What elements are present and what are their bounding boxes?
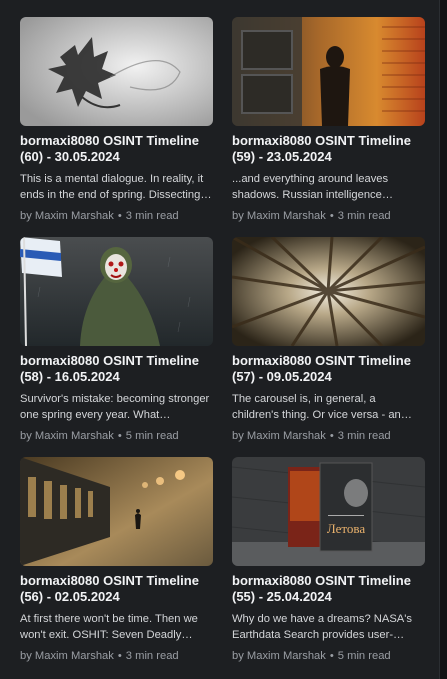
- article-thumbnail[interactable]: [232, 237, 425, 346]
- article-excerpt: ...and everything around leaves shadows.…: [232, 173, 394, 201]
- article-excerpt: At first there won't be time. Then we wo…: [20, 613, 198, 641]
- read-time: 3 min read: [125, 210, 179, 222]
- article-meta: by Maxim Marshak • 3 min read: [20, 209, 213, 223]
- read-time: 3 min read: [125, 650, 179, 662]
- article-excerpt: Why do we have a dreams? NASA's Earthdat…: [232, 613, 412, 641]
- article-excerpt: This is a mental dialogue. In reality, i…: [20, 173, 204, 201]
- article-thumbnail[interactable]: [232, 17, 425, 126]
- article-thumbnail[interactable]: [20, 17, 213, 126]
- meta-separator: •: [329, 430, 334, 442]
- author-link[interactable]: by Maxim Marshak: [20, 650, 114, 662]
- article-meta: by Maxim Marshak • 3 min read: [232, 209, 425, 223]
- author-link[interactable]: by Maxim Marshak: [232, 430, 326, 442]
- forest-canopy-image: [232, 237, 425, 346]
- article-card[interactable]: bormaxi8080 OSINT Timeline (59) - 23.05.…: [232, 17, 425, 222]
- book-covers-image: Летова: [232, 457, 425, 566]
- article-thumbnail[interactable]: [20, 457, 213, 566]
- article-meta: by Maxim Marshak • 3 min read: [20, 649, 213, 663]
- article-card[interactable]: bormaxi8080 OSINT Timeline (58) - 16.05.…: [20, 237, 213, 442]
- article-list-panel: bormaxi8080 OSINT Timeline (60) - 30.05.…: [0, 0, 440, 679]
- article-card[interactable]: bormaxi8080 OSINT Timeline (56) - 02.05.…: [20, 457, 213, 662]
- train-platform-image: [20, 457, 213, 566]
- author-link[interactable]: by Maxim Marshak: [20, 430, 114, 442]
- author-link[interactable]: by Maxim Marshak: [20, 210, 114, 222]
- article-grid: bormaxi8080 OSINT Timeline (60) - 30.05.…: [20, 17, 425, 662]
- book-cover-title: Летова: [327, 521, 365, 536]
- meta-separator: •: [329, 650, 334, 662]
- article-meta: by Maxim Marshak • 5 min read: [232, 649, 425, 663]
- article-card[interactable]: Летова bormaxi8080 OSINT Timeline (55) -…: [232, 457, 425, 662]
- article-title[interactable]: bormaxi8080 OSINT Timeline (57) - 09.05.…: [232, 353, 425, 385]
- clown-rain-image: [20, 237, 213, 346]
- meta-separator: •: [329, 210, 334, 222]
- window-edge: [440, 0, 447, 679]
- article-card[interactable]: bormaxi8080 OSINT Timeline (60) - 30.05.…: [20, 17, 213, 222]
- meta-separator: •: [117, 650, 122, 662]
- read-time: 3 min read: [337, 210, 391, 222]
- meta-separator: •: [117, 210, 122, 222]
- read-time: 5 min read: [125, 430, 179, 442]
- shadow-brick-wall-image: [232, 17, 425, 126]
- article-thumbnail[interactable]: [20, 237, 213, 346]
- meta-separator: •: [117, 430, 122, 442]
- article-card[interactable]: bormaxi8080 OSINT Timeline (57) - 09.05.…: [232, 237, 425, 442]
- article-title[interactable]: bormaxi8080 OSINT Timeline (60) - 30.05.…: [20, 133, 213, 165]
- article-thumbnail[interactable]: Летова: [232, 457, 425, 566]
- article-title[interactable]: bormaxi8080 OSINT Timeline (59) - 23.05.…: [232, 133, 425, 165]
- read-time: 3 min read: [337, 430, 391, 442]
- article-title[interactable]: bormaxi8080 OSINT Timeline (56) - 02.05.…: [20, 573, 213, 605]
- maple-leaf-image: [20, 17, 213, 126]
- author-link[interactable]: by Maxim Marshak: [232, 210, 326, 222]
- author-link[interactable]: by Maxim Marshak: [232, 650, 326, 662]
- article-excerpt: The carousel is, in general, a children'…: [232, 393, 412, 421]
- article-excerpt: Survivor's mistake: becoming stronger on…: [20, 393, 210, 421]
- article-meta: by Maxim Marshak • 5 min read: [20, 429, 213, 443]
- article-meta: by Maxim Marshak • 3 min read: [232, 429, 425, 443]
- article-title[interactable]: bormaxi8080 OSINT Timeline (55) - 25.04.…: [232, 573, 425, 605]
- article-title[interactable]: bormaxi8080 OSINT Timeline (58) - 16.05.…: [20, 353, 213, 385]
- read-time: 5 min read: [337, 650, 391, 662]
